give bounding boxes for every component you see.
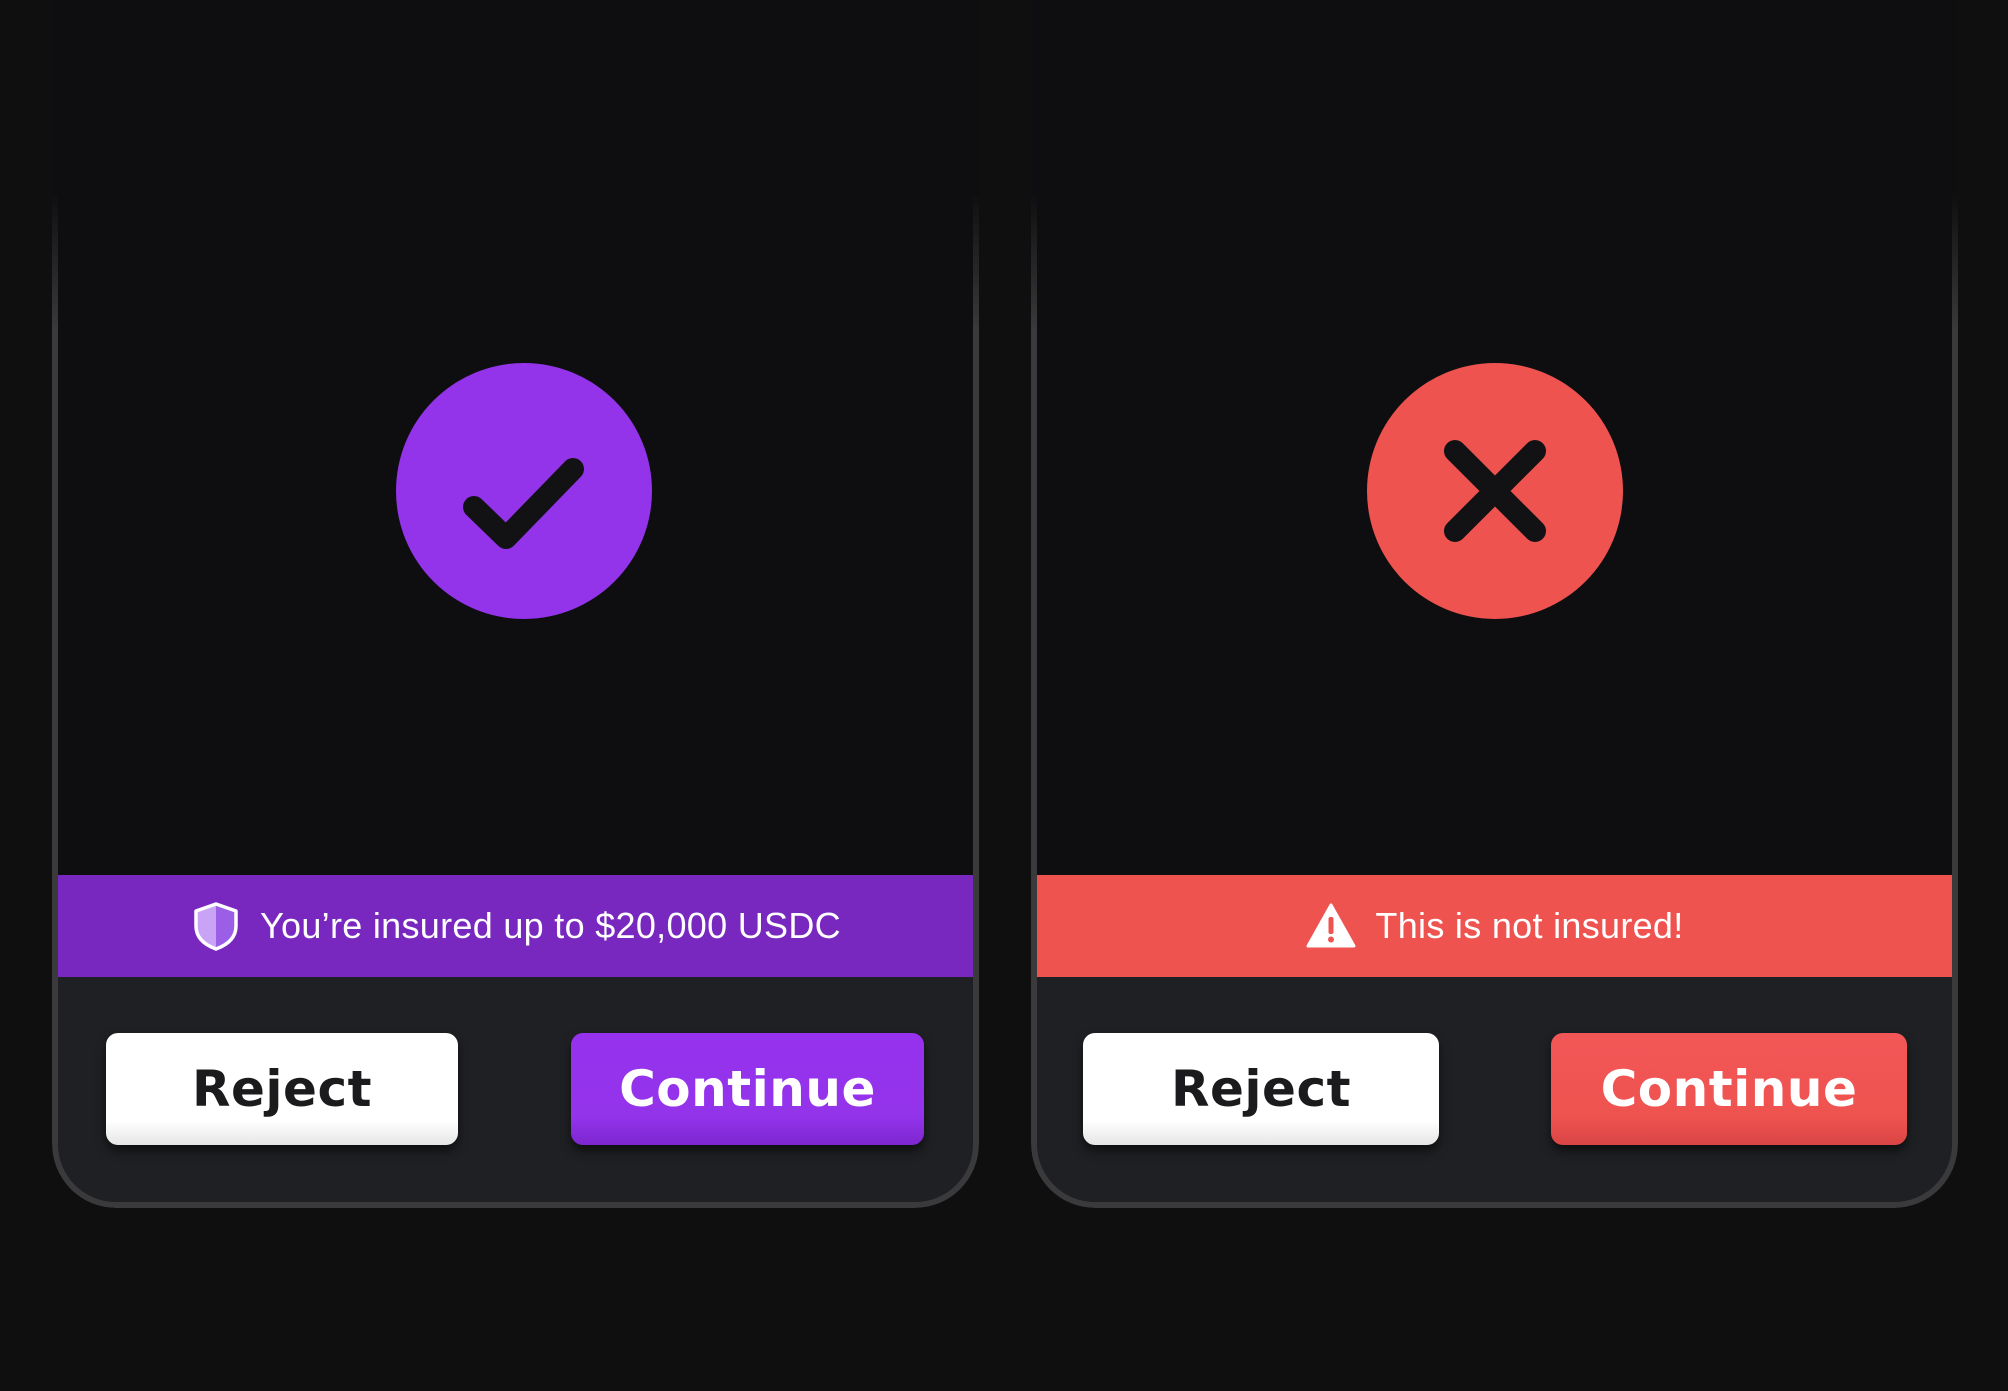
warning-banner-text: This is not insured! [1375, 905, 1684, 946]
reject-button[interactable]: Reject [1083, 1033, 1439, 1145]
warning-banner: This is not insured! [1037, 875, 1952, 977]
action-footer: Reject Continue [1037, 977, 1952, 1202]
insurance-banner-text: You’re insured up to $20,000 USDC [260, 905, 841, 946]
warning-icon [1305, 900, 1357, 952]
insured-panel: You’re insured up to $20,000 USDC Reject… [52, 0, 979, 1208]
insurance-banner: You’re insured up to $20,000 USDC [58, 875, 973, 977]
success-status-badge [395, 363, 652, 619]
x-mark-icon [1443, 440, 1546, 542]
continue-button[interactable]: Continue [1551, 1033, 1907, 1145]
uninsured-panel: This is not insured! Reject Continue [1031, 0, 1958, 1208]
checkmark-icon [462, 458, 584, 549]
shield-icon [190, 900, 242, 952]
action-footer: Reject Continue [58, 977, 973, 1202]
reject-button[interactable]: Reject [106, 1033, 458, 1145]
error-status-badge [1366, 363, 1623, 619]
continue-button[interactable]: Continue [571, 1033, 924, 1145]
